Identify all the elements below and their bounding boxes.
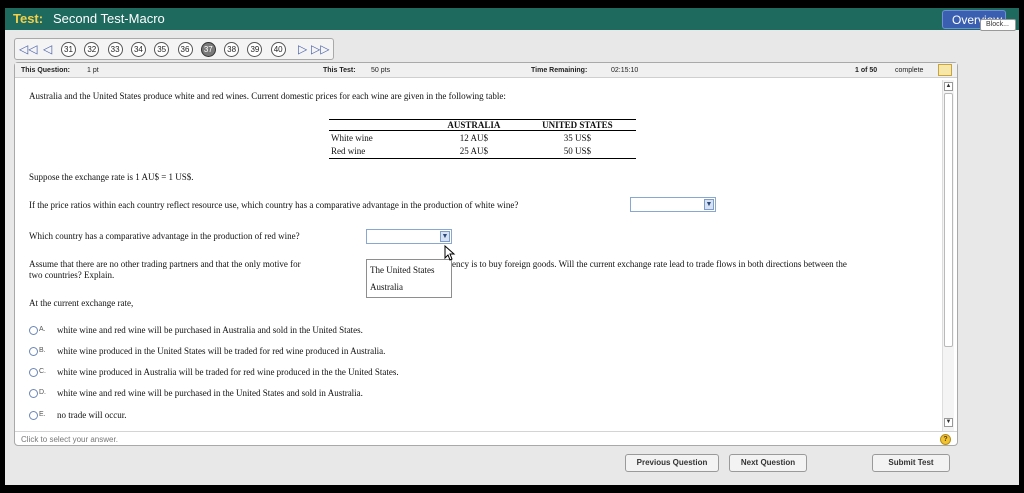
question-panel: This Question: 1 pt This Test: 50 pts Ti… [14,62,958,446]
table-cell: 50 US$ [518,144,636,159]
block-tooltip: Block... [980,19,1016,31]
scroll-thumb[interactable] [944,93,953,347]
question-number-36[interactable]: 36 [177,42,193,57]
white-wine-select[interactable]: ▼ [630,197,716,212]
scroll-up-icon[interactable]: ▲ [944,82,953,91]
question-number-33[interactable]: 33 [107,42,123,57]
question-points-value: 1 pt [87,67,99,74]
choice-text: white wine produced in Australia will be… [57,367,399,377]
answer-lead-in: At the current exchange rate, [29,298,134,308]
choice-letter: A. [39,326,46,333]
test-points-value: 50 pts [371,67,391,74]
exchange-rate-text: Suppose the exchange rate is 1 AU$ = 1 U… [29,172,194,182]
question-navigator: ◁◁ ◁ 31 32 33 34 35 36 37 38 39 40 ▷ ▷▷ [14,38,334,60]
table-row: White wine 12 AU$ 35 US$ [329,131,636,145]
time-remaining-value: 02:15:10 [611,67,639,74]
test-points-label: This Test: [323,67,356,74]
table-cell: Red wine [329,144,429,159]
choice-letter: B. [39,347,46,354]
table-cell: 12 AU$ [459,132,489,143]
question-white-wine: If the price ratios within each country … [29,200,519,210]
test-window: Test: Second Test-Macro Overview Block..… [5,8,1019,485]
question-number-35[interactable]: 35 [154,42,170,57]
question-points-label: This Question: [21,67,70,74]
table-row: Red wine 25 AU$ 50 US$ [329,144,636,159]
table-cell: 25 AU$ [429,144,519,159]
footer-hint-bar: Click to select your answer. ? [15,431,957,446]
question-number-37[interactable]: 37 [200,42,216,57]
submit-test-button[interactable]: Submit Test [872,454,950,472]
question-number-32[interactable]: 32 [84,42,100,57]
question-red-wine: Which country has a comparative advantag… [29,231,300,241]
chevron-down-icon[interactable]: ▼ [704,199,714,210]
dropdown-option[interactable]: The United States [370,265,435,275]
radio-button[interactable] [29,368,38,377]
price-table: AUSTRALIA UNITED STATES White wine 12 AU… [329,119,636,159]
progress-count: 1 of 50 [855,67,878,74]
help-icon[interactable]: ? [940,434,951,445]
question-trade-part1: Assume that there are no other trading p… [29,259,301,269]
previous-question-button[interactable]: Previous Question [625,454,719,472]
radio-button[interactable] [29,326,38,335]
chevron-down-icon[interactable]: ▼ [440,231,450,242]
test-name: Second Test-Macro [53,11,165,26]
title-bar: Test: Second Test-Macro Overview Block..… [5,8,1019,31]
question-trade-part3: two countries? Explain. [29,270,115,280]
question-intro: Australia and the United States produce … [29,91,506,101]
dropdown-option[interactable]: Australia [370,282,403,292]
test-prefix: Test: [13,11,44,26]
choice-text: white wine produced in the United States… [57,346,386,356]
print-icon[interactable] [938,64,952,76]
question-number-40[interactable]: 40 [270,42,286,57]
table-header: AUSTRALIA [429,119,519,131]
table-cell: 35 US$ [563,132,592,143]
table-header-row: AUSTRALIA UNITED STATES [329,119,636,131]
last-page-icon[interactable]: ▷▷ [311,42,329,56]
choice-text: white wine and red wine will be purchase… [57,325,363,335]
question-number-34[interactable]: 34 [130,42,146,57]
progress-suffix: complete [895,67,924,74]
radio-button[interactable] [29,411,38,420]
radio-button[interactable] [29,389,38,398]
choice-letter: C. [39,368,46,375]
choice-text: white wine and red wine will be purchase… [57,388,363,398]
red-wine-select[interactable]: ▼ [366,229,452,244]
question-content: Australia and the United States produce … [15,79,941,424]
table-header [329,119,429,131]
question-number-39[interactable]: 39 [247,42,263,57]
hint-text: Click to select your answer. [21,435,118,444]
info-bar: This Question: 1 pt This Test: 50 pts Ti… [15,63,957,78]
radio-button[interactable] [29,347,38,356]
choice-letter: E. [39,411,46,418]
question-trade-part2: ency is to buy foreign goods. Will the c… [452,259,847,269]
vertical-scrollbar[interactable]: ▲ ▼ [942,80,954,431]
next-question-button[interactable]: Next Question [729,454,807,472]
table-cell: White wine [331,132,373,143]
next-icon[interactable]: ▷ [298,42,307,56]
previous-icon[interactable]: ◁ [43,42,52,56]
question-number-38[interactable]: 38 [224,42,240,57]
question-number-31[interactable]: 31 [61,42,76,57]
red-wine-dropdown-list: The United States Australia [366,259,452,298]
choice-letter: D. [39,389,46,396]
first-page-icon[interactable]: ◁◁ [19,42,37,56]
time-remaining-label: Time Remaining: [531,67,588,74]
choice-text: no trade will occur. [57,410,127,420]
mouse-cursor-icon [444,245,456,261]
table-header: UNITED STATES [518,119,636,131]
scroll-down-icon[interactable]: ▼ [944,418,953,427]
